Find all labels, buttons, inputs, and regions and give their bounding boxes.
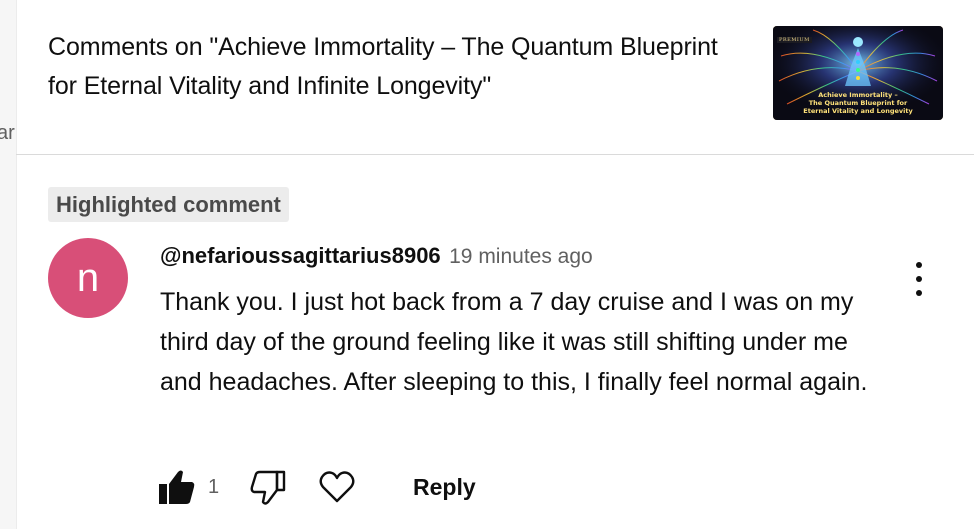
page-title: Comments on "Achieve Immortality – The Q… [48,33,718,100]
thumbnail-caption: Achieve Immortality – The Quantum Bluepr… [773,91,943,115]
side-panel-edge: ar [0,0,17,529]
comment-meta: @nefarioussagittarius8906 19 minutes ago [160,243,593,269]
video-thumbnail[interactable]: PREMIUM Achieve Immortality – The Quantu… [773,26,943,120]
heart-button[interactable] [317,466,357,513]
heart-icon [319,471,355,503]
reply-button[interactable]: Reply [413,474,476,501]
menu-dot [916,276,922,282]
thumbnail-caption-line: The Quantum Blueprint for [808,99,908,107]
thumbnail-caption-line: Achieve Immortality – [818,91,898,99]
dislike-button[interactable] [247,466,287,513]
menu-dot [916,262,922,268]
thumbs-down-icon [250,470,286,505]
comment-timestamp[interactable]: 19 minutes ago [449,245,593,268]
like-count: 1 [208,476,220,498]
comment-author-link[interactable]: @nefarioussagittarius8906 [160,243,441,268]
more-vert-icon[interactable] [905,260,933,300]
thumbs-up-icon [159,470,195,504]
thumbnail-badge: PREMIUM [777,37,812,43]
side-panel-text-stub: ar [0,122,15,144]
menu-dot [916,290,922,296]
thumbnail-caption-line: Eternal Vitality and Longevity [803,107,913,115]
highlighted-comment-chip: Highlighted comment [48,187,289,222]
avatar[interactable]: n [48,238,128,318]
like-button[interactable] [157,466,197,513]
comment-text: Thank you. I just hot back from a 7 day … [160,288,868,396]
